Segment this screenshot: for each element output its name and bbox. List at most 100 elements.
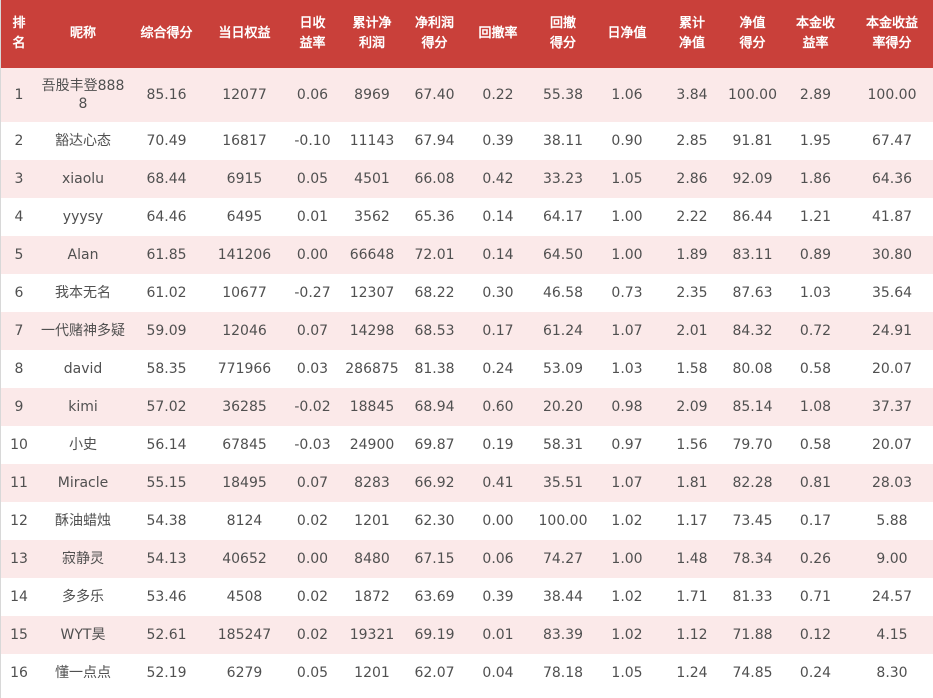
column-header[interactable]: 当日权益 — [204, 0, 285, 68]
column-header-label: 当日权益 — [218, 26, 271, 41]
table-cell: 1.02 — [595, 502, 659, 540]
column-header-label: 累计净 — [352, 16, 392, 31]
table-cell: 52.61 — [129, 616, 204, 654]
rank-cell: 3 — [1, 160, 37, 198]
rank-cell: 13 — [1, 540, 37, 578]
column-header[interactable]: 累计净 利润 — [340, 0, 404, 68]
table-row[interactable]: 6 我本无名 61.02 10677 -0.27 12307 68.22 0.30 46.58 0… — [1, 274, 933, 312]
column-header-label: 综合得分 — [140, 26, 193, 41]
table-cell: 54.13 — [129, 540, 204, 578]
table-cell: 0.58 — [780, 426, 851, 464]
column-header[interactable]: 本金收益 率得分 — [851, 0, 933, 68]
table-cell: 0.60 — [465, 388, 531, 426]
table-row[interactable]: 9 kimi 57.02 36285 -0.02 18845 68.94 0.60 20.20 0… — [1, 388, 933, 426]
table-cell: 19321 — [340, 616, 404, 654]
column-header[interactable]: 回撤率 — [465, 0, 531, 68]
column-header[interactable]: 回撤 得分 — [531, 0, 595, 68]
table-cell: 36285 — [204, 388, 285, 426]
table-cell: 0.05 — [285, 654, 340, 692]
table-cell: 67.15 — [404, 540, 465, 578]
rank-cell: 6 — [1, 274, 37, 312]
table-cell: 38.44 — [531, 578, 595, 616]
rank-cell: 2 — [1, 122, 37, 160]
column-header[interactable]: 本金收 益率 — [780, 0, 851, 68]
table-cell: 61.24 — [531, 312, 595, 350]
table-cell: 86.44 — [725, 198, 780, 236]
table-row[interactable]: 7 一代赌神多疑 59.09 12046 0.07 14298 68.53 0.17 61.24… — [1, 312, 933, 350]
table-cell: 1.21 — [780, 198, 851, 236]
table-row[interactable]: 4 yyysy 64.46 6495 0.01 3562 65.36 0.14 64.17 1.0… — [1, 198, 933, 236]
table-cell: 55.15 — [129, 464, 204, 502]
table-cell: 6279 — [204, 654, 285, 692]
table-row[interactable]: 10 小史 56.14 67845 -0.03 24900 69.87 0.19 58.31 0.… — [1, 426, 933, 464]
table-cell: 0.00 — [285, 236, 340, 274]
table-cell: 20.07 — [851, 350, 933, 388]
table-cell: 68.94 — [404, 388, 465, 426]
column-header[interactable]: 日收 益率 — [285, 0, 340, 68]
table-cell: 1.00 — [595, 540, 659, 578]
column-header[interactable]: 排名 — [1, 0, 37, 68]
table-row[interactable]: 14 多多乐 53.46 4508 0.02 1872 63.69 0.39 38.44 1.02… — [1, 578, 933, 616]
table-cell: 6495 — [204, 198, 285, 236]
column-header-label: 昵称 — [69, 26, 96, 41]
table-cell: 64.17 — [531, 198, 595, 236]
table-cell: 69.87 — [404, 426, 465, 464]
column-header[interactable]: 昵称 — [37, 0, 129, 68]
table-row[interactable]: 3 xiaolu 68.44 6915 0.05 4501 66.08 0.42 33.23 1.… — [1, 160, 933, 198]
table-cell: 74.27 — [531, 540, 595, 578]
table-row[interactable]: 1 吾股丰登8888 85.16 12077 0.06 8969 67.40 0.22 55.3… — [1, 68, 933, 122]
rank-cell: 4 — [1, 198, 37, 236]
table-cell: 141206 — [204, 236, 285, 274]
table-cell: 0.19 — [465, 426, 531, 464]
table-cell: 1.12 — [659, 616, 725, 654]
rank-cell: 16 — [1, 654, 37, 692]
nickname-cell: 豁达心态 — [37, 122, 129, 160]
table-cell: 0.42 — [465, 160, 531, 198]
table-cell: 1.05 — [595, 160, 659, 198]
table-cell: 79.70 — [725, 426, 780, 464]
table-cell: 64.36 — [851, 160, 933, 198]
table-cell: 81.33 — [725, 578, 780, 616]
column-header[interactable]: 日净值 — [595, 0, 659, 68]
table-cell: 78.34 — [725, 540, 780, 578]
table-cell: 771966 — [204, 350, 285, 388]
column-header[interactable]: 综合得分 — [129, 0, 204, 68]
table-cell: 100.00 — [531, 502, 595, 540]
table-cell: 64.50 — [531, 236, 595, 274]
table-cell: 0.01 — [465, 616, 531, 654]
table-cell: 1.89 — [659, 236, 725, 274]
ranking-table: 排名 昵称 综合得分 当日权益 日收 益率 累计净 利润 净利润 得分 回撤率 回撤 得分 日净值 累计 净值… — [1, 0, 933, 692]
table-row[interactable]: 16 懂一点点 52.19 6279 0.05 1201 62.07 0.04 78.18 1.0… — [1, 654, 933, 692]
table-cell: 67845 — [204, 426, 285, 464]
column-header[interactable]: 净利润 得分 — [404, 0, 465, 68]
rank-cell: 7 — [1, 312, 37, 350]
table-row[interactable]: 15 WYT昊 52.61 185247 0.02 19321 69.19 0.01 83.39… — [1, 616, 933, 654]
table-cell: 6915 — [204, 160, 285, 198]
table-row[interactable]: 12 酥油蜡烛 54.38 8124 0.02 1201 62.30 0.00 100.00 1.… — [1, 502, 933, 540]
column-header-label: 名 — [12, 36, 26, 51]
column-header[interactable]: 净值 得分 — [725, 0, 780, 68]
table-cell: 73.45 — [725, 502, 780, 540]
table-cell: 54.38 — [129, 502, 204, 540]
rank-cell: 1 — [1, 68, 37, 122]
nickname-cell: 多多乐 — [37, 578, 129, 616]
table-cell: 0.03 — [285, 350, 340, 388]
table-row[interactable]: 2 豁达心态 70.49 16817 -0.10 11143 67.94 0.39 38.11 0… — [1, 122, 933, 160]
table-header-row: 排名 昵称 综合得分 当日权益 日收 益率 累计净 利润 净利润 得分 回撤率 回撤 得分 日净值 累计 净值… — [1, 0, 933, 68]
table-cell: 64.46 — [129, 198, 204, 236]
table-cell: 66648 — [340, 236, 404, 274]
table-row[interactable]: 11 Miracle 55.15 18495 0.07 8283 66.92 0.41 35.5… — [1, 464, 933, 502]
table-row[interactable]: 13 寂静灵 54.13 40652 0.00 8480 67.15 0.06 74.27 1.0… — [1, 540, 933, 578]
table-row[interactable]: 8 david 58.35 771966 0.03 286875 81.38 0.24 53.0… — [1, 350, 933, 388]
table-cell: 62.30 — [404, 502, 465, 540]
table-cell: 0.05 — [285, 160, 340, 198]
column-header[interactable]: 累计 净值 — [659, 0, 725, 68]
table-cell: 8.30 — [851, 654, 933, 692]
table-row[interactable]: 5 Alan 61.85 141206 0.00 66648 72.01 0.14 64.50 1… — [1, 236, 933, 274]
table-cell: 0.39 — [465, 122, 531, 160]
table-cell: 1872 — [340, 578, 404, 616]
table-cell: 0.07 — [285, 464, 340, 502]
table-cell: 1201 — [340, 654, 404, 692]
table-cell: 0.97 — [595, 426, 659, 464]
table-cell: 3.84 — [659, 68, 725, 122]
